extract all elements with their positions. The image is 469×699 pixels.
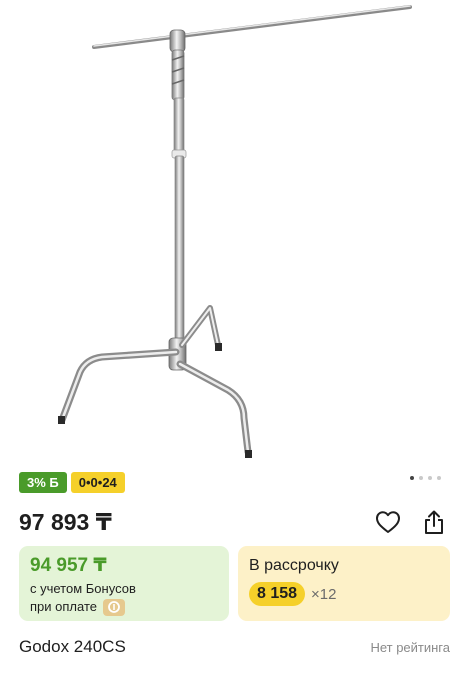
pager-dot-active[interactable] (410, 476, 414, 480)
installment-card[interactable]: В рассрочку 8 158 ×12 (238, 546, 450, 621)
product-actions (374, 507, 448, 537)
bonus-caption: с учетом Бонусов при оплате (30, 580, 218, 616)
bonus-caption-line1: с учетом Бонусов (30, 581, 136, 596)
favorite-button[interactable] (374, 508, 402, 536)
pager-dot[interactable] (437, 476, 441, 480)
product-title: Godox 240CS (19, 637, 126, 656)
gallery-pager[interactable] (410, 476, 441, 480)
product-title-row: Godox 240CS Нет рейтинга (19, 636, 450, 658)
installment-amount: 8 158 (249, 582, 306, 606)
pager-dot[interactable] (419, 476, 423, 480)
installment-multiplier: ×12 (311, 585, 337, 603)
rating-status[interactable]: Нет рейтинга (370, 640, 450, 655)
bonus-price: 94 957 ₸ (30, 555, 107, 576)
installment-badge: 0•0•24 (70, 472, 125, 493)
bonus-price-card[interactable]: 94 957 ₸ с учетом Бонусов при оплате (19, 546, 229, 621)
share-button[interactable] (420, 508, 448, 536)
bonus-badge: 3% Б (19, 472, 67, 493)
installment-row: 8 158 ×12 (249, 582, 439, 606)
promo-badges: 3% Б 0•0•24 (19, 472, 125, 493)
share-icon (425, 510, 443, 534)
product-image[interactable] (0, 0, 469, 465)
installment-title: В рассрочку (249, 557, 339, 574)
bonus-caption-line2: при оплате (30, 599, 97, 614)
kaspi-logo-icon (102, 598, 125, 616)
price-row: 97 893 ₸ (19, 507, 450, 537)
c-stand-illustration (58, 5, 412, 458)
heart-outline-icon (376, 511, 400, 533)
bonus-caption-line2-wrap: при оплате (30, 598, 218, 616)
pager-dot[interactable] (428, 476, 432, 480)
